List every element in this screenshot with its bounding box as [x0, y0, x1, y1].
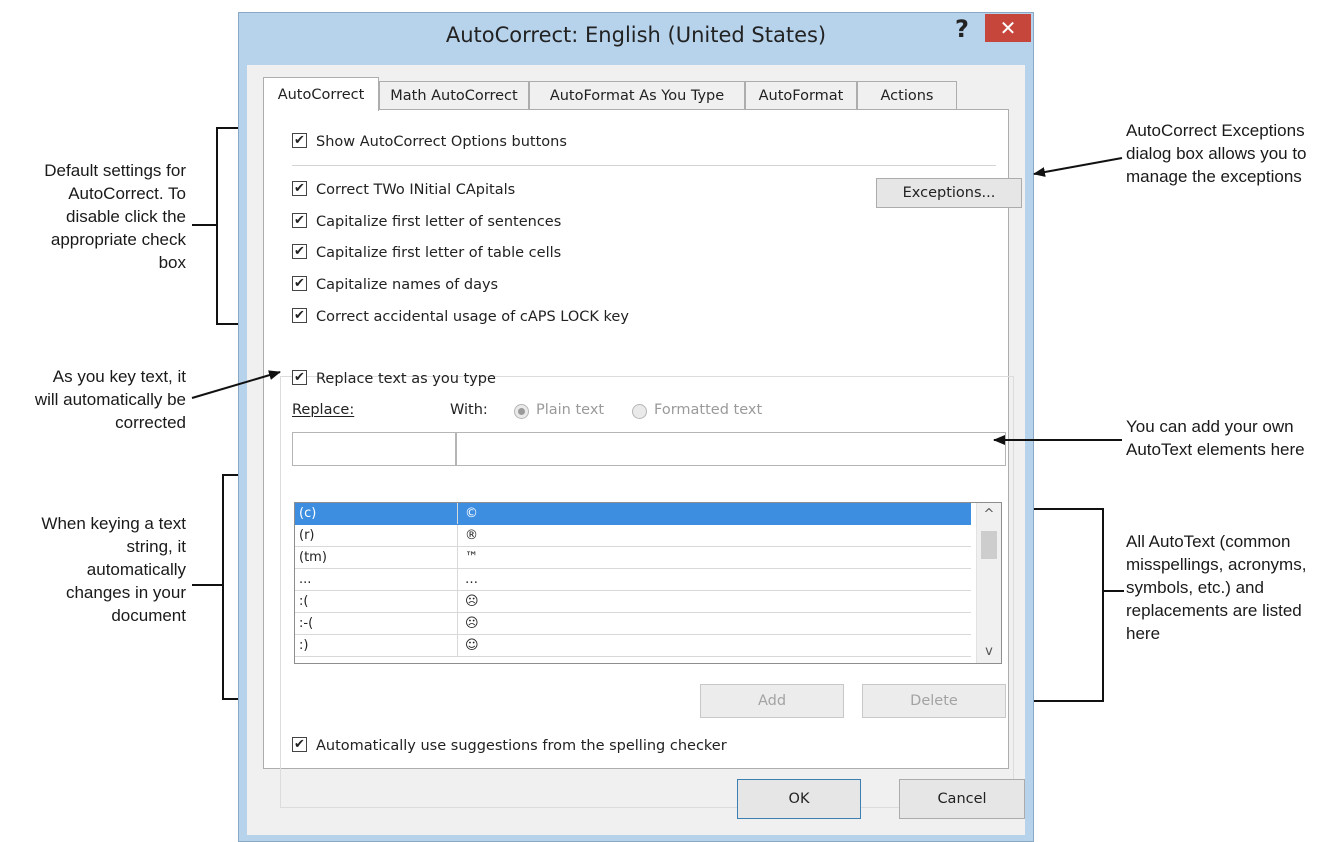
ok-button[interactable]: OK	[737, 779, 861, 819]
column-divider	[457, 569, 458, 590]
column-divider	[457, 591, 458, 612]
autocorrect-entries-list[interactable]: (c) © (r) ® (tm) ™ ... … :( ☹:-(☹:) ☺…	[294, 502, 1002, 664]
callout-default-settings: Default settings for AutoCorrect. To dis…	[44, 161, 186, 272]
tab-math-autocorrect[interactable]: Math AutoCorrect	[379, 81, 529, 109]
entry-with: ☺	[465, 638, 479, 653]
column-divider	[457, 547, 458, 568]
show-options-label: Show AutoCorrect Options buttons	[316, 134, 567, 150]
option-label: Correct TWo INitial CApitals	[316, 182, 516, 198]
with-label: With:	[450, 402, 488, 418]
entry-replace: (c)	[299, 506, 317, 521]
connector-when-keying	[192, 584, 222, 586]
entry-replace: (tm)	[299, 550, 327, 565]
entry-replace: :)	[299, 638, 309, 653]
tab-autoformat[interactable]: AutoFormat	[745, 81, 857, 109]
callout-when-keying: When keying a text string, it automatica…	[41, 514, 186, 625]
entry-replace: :(	[299, 594, 309, 609]
list-row[interactable]: :( ☹	[295, 591, 971, 613]
exceptions-button[interactable]: Exceptions...	[876, 178, 1022, 208]
replace-input[interactable]	[292, 432, 456, 466]
plain-text-radio[interactable]	[514, 404, 529, 419]
with-input[interactable]	[456, 432, 1006, 466]
dialog-title: AutoCorrect: English (United States)	[445, 23, 827, 47]
formatted-text-radio[interactable]	[632, 404, 647, 419]
list-row[interactable]: :-( ☹	[295, 613, 971, 635]
separator	[292, 165, 996, 166]
show-options-checkbox[interactable]: ✔	[292, 133, 307, 148]
list-row[interactable]: (c) ©	[295, 503, 971, 525]
delete-button[interactable]: Delete	[862, 684, 1006, 718]
callout-exceptions-dialog: AutoCorrect Exceptions dialog box allows…	[1126, 121, 1307, 186]
list-scrollbar[interactable]: ^ v	[976, 503, 1001, 663]
connector-default-settings	[192, 224, 216, 226]
entry-with: ☹	[465, 616, 479, 631]
replace-label: Replace:	[292, 402, 355, 418]
entry-with: ®	[465, 528, 478, 543]
connector-all-autotext	[1102, 590, 1124, 592]
option-checkbox[interactable]: ✔	[292, 213, 307, 228]
entry-with: ☹	[465, 594, 479, 609]
spelling-suggestions-label: Automatically use suggestions from the s…	[316, 738, 727, 754]
close-button[interactable]: ✕	[985, 14, 1031, 42]
radio-dot	[518, 408, 525, 415]
option-checkbox[interactable]: ✔	[292, 181, 307, 196]
column-divider	[457, 635, 458, 656]
help-button[interactable]: ?	[949, 15, 975, 43]
spelling-suggestions-checkbox[interactable]: ✔	[292, 737, 307, 752]
tab-actions[interactable]: Actions	[857, 81, 957, 109]
entry-replace: ...	[299, 572, 312, 587]
autocorrect-panel: ✔ Show AutoCorrect Options buttons ✔ Cor…	[263, 109, 1022, 808]
column-divider	[457, 503, 458, 524]
autocorrect-dialog: AutoCorrect: English (United States) ? ✕…	[238, 12, 1034, 842]
plain-text-label: Plain text	[536, 402, 605, 418]
option-checkbox[interactable]: ✔	[292, 244, 307, 259]
scroll-up-arrow-icon[interactable]: ^	[977, 507, 1001, 522]
list-row[interactable]: (r) ®	[295, 525, 971, 547]
add-button[interactable]: Add	[700, 684, 844, 718]
scroll-thumb[interactable]	[981, 531, 997, 559]
column-divider	[457, 613, 458, 634]
callout-as-you-key: As you key text, it will automatically b…	[34, 367, 186, 432]
column-divider	[457, 525, 458, 546]
arrow-exceptions	[1033, 157, 1123, 177]
title-bar: AutoCorrect: English (United States) ? ✕	[239, 13, 1033, 65]
entry-replace: (r)	[299, 528, 315, 543]
replace-as-you-type-checkbox[interactable]: ✔	[292, 370, 307, 385]
entry-with: ™	[465, 550, 478, 565]
option-label: Capitalize first letter of sentences	[316, 214, 562, 230]
bracket-all-autotext	[1032, 508, 1104, 702]
dialog-client: AutoCorrect Math AutoCorrect AutoFormat …	[247, 65, 1025, 835]
replace-as-you-type-label: Replace text as you type	[316, 371, 496, 387]
option-label: Capitalize first letter of table cells	[316, 245, 562, 261]
callout-add-own: You can add your own AutoText elements h…	[1126, 417, 1305, 459]
scroll-down-arrow-icon[interactable]: v	[977, 644, 1001, 659]
option-label: Capitalize names of days	[316, 277, 499, 293]
option-checkbox[interactable]: ✔	[292, 308, 307, 323]
cancel-button[interactable]: Cancel	[899, 779, 1025, 819]
list-row[interactable]: :) ☺	[295, 635, 971, 657]
formatted-text-label: Formatted text	[654, 402, 763, 418]
option-checkbox[interactable]: ✔	[292, 276, 307, 291]
option-label: Correct accidental usage of cAPS LOCK ke…	[316, 309, 629, 325]
entry-with: …	[465, 572, 478, 587]
tab-autoformat-as-you-type[interactable]: AutoFormat As You Type	[529, 81, 745, 109]
replace-as-you-type-row[interactable]: ✔ Replace text as you type	[292, 369, 496, 389]
callout-all-autotext: All AutoText (common misspellings, acron…	[1126, 532, 1307, 643]
entry-with: ©	[465, 506, 478, 521]
entry-replace: :-(	[299, 616, 314, 631]
list-row[interactable]: (tm) ™	[295, 547, 971, 569]
tab-autocorrect[interactable]: AutoCorrect	[263, 77, 379, 111]
list-row[interactable]: ... …	[295, 569, 971, 591]
